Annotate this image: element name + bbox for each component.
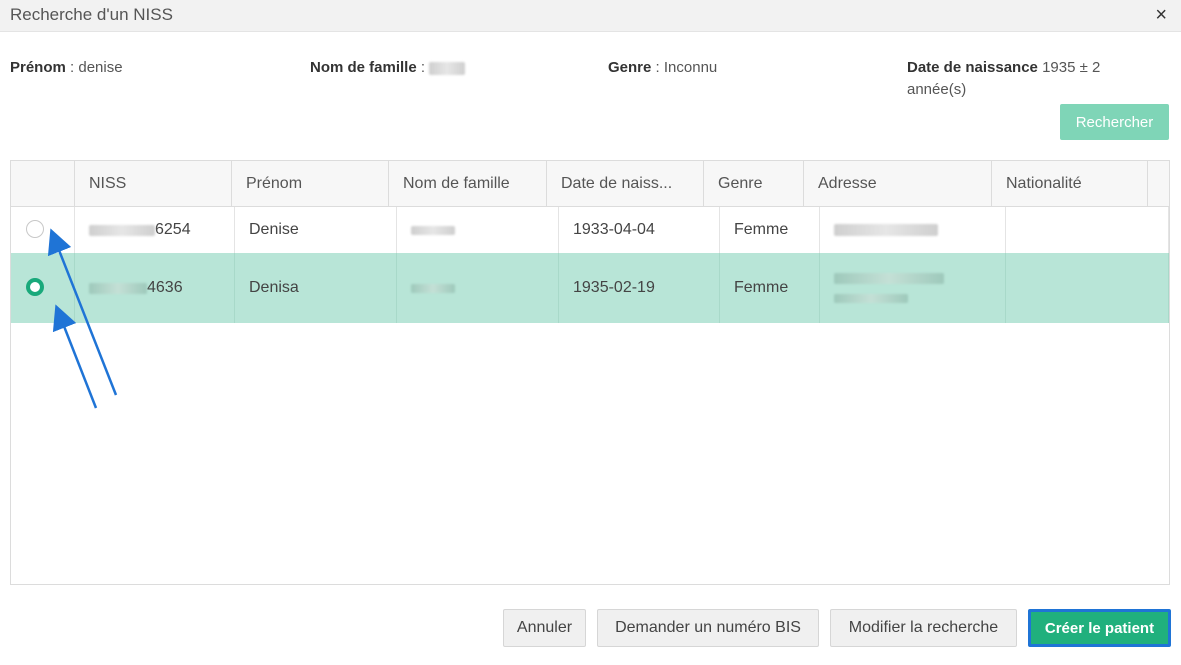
birthdate-label: Date de naissance (907, 59, 1038, 76)
create-patient-button[interactable]: Créer le patient (1028, 609, 1171, 647)
separator: : (65, 59, 79, 76)
cell-lastname (397, 207, 559, 253)
gender-label: Genre (608, 59, 652, 76)
header-firstname[interactable]: Prénom (232, 161, 389, 207)
cell-firstname: Denisa (235, 253, 397, 323)
redacted-address (834, 273, 944, 284)
table-row-selected[interactable]: 4636 Denisa 1935-02-19 Femme (11, 253, 1169, 323)
cell-nationality (1006, 253, 1169, 323)
dialog-titlebar: Recherche d'un NISS × (0, 0, 1181, 32)
cell-gender: Femme (720, 253, 820, 323)
redacted-lastname (411, 225, 455, 235)
birthdate-value: 1935 ± 2 (1042, 59, 1101, 76)
cell-nationality (1006, 207, 1169, 253)
redacted-address (834, 294, 908, 303)
header-select (11, 161, 75, 207)
criteria-birthdate: Date de naissance 1935 ± 2 année(s) (907, 57, 1157, 101)
separator: : (651, 59, 664, 76)
criteria-gender: Genre : Inconnu (608, 57, 717, 79)
results-table: NISS Prénom Nom de famille Date de naiss… (10, 160, 1170, 585)
redacted-lastname (429, 61, 466, 75)
gender-value: Inconnu (663, 59, 718, 76)
search-button[interactable]: Rechercher (1060, 104, 1169, 140)
cell-gender: Femme (720, 207, 820, 253)
header-niss[interactable]: NISS (75, 161, 232, 207)
birthdate-unit: année(s) (907, 81, 967, 98)
cell-niss: 4636 (75, 253, 235, 323)
redacted-address (834, 224, 938, 236)
separator: : (416, 59, 430, 76)
lastname-label: Nom de famille (310, 59, 417, 76)
firstname-value: denise (78, 59, 123, 76)
row-select-cell (11, 253, 75, 323)
criteria-lastname: Nom de famille : (310, 57, 466, 79)
header-gender[interactable]: Genre (704, 161, 804, 207)
row-select-cell (11, 207, 75, 253)
cell-address (820, 253, 1006, 323)
close-icon[interactable]: × (1155, 4, 1167, 26)
request-bis-button[interactable]: Demander un numéro BIS (597, 609, 819, 647)
cell-lastname (397, 253, 559, 323)
table-header: NISS Prénom Nom de famille Date de naiss… (11, 161, 1169, 207)
redacted-niss (89, 224, 155, 236)
table-row[interactable]: 6254 Denise 1933-04-04 Femme (11, 207, 1169, 253)
dialog-title: Recherche d'un NISS (10, 5, 173, 24)
niss-suffix: 4636 (147, 279, 183, 296)
redacted-niss (89, 282, 147, 294)
header-nationality[interactable]: Nationalité (992, 161, 1148, 207)
row-radio-checked[interactable] (26, 278, 44, 296)
cell-firstname: Denise (235, 207, 397, 253)
modify-search-button[interactable]: Modifier la recherche (830, 609, 1017, 647)
header-address[interactable]: Adresse (804, 161, 992, 207)
cell-niss: 6254 (75, 207, 235, 253)
header-birthdate[interactable]: Date de naiss... (547, 161, 704, 207)
redacted-lastname (411, 283, 455, 293)
cell-address (820, 207, 1006, 253)
cell-birthdate: 1935-02-19 (559, 253, 720, 323)
firstname-label: Prénom (10, 59, 66, 76)
cancel-button[interactable]: Annuler (503, 609, 586, 647)
niss-suffix: 6254 (155, 221, 191, 238)
header-lastname[interactable]: Nom de famille (389, 161, 547, 207)
row-radio[interactable] (26, 220, 44, 238)
criteria-firstname: Prénom : denise (10, 57, 123, 79)
cell-birthdate: 1933-04-04 (559, 207, 720, 253)
